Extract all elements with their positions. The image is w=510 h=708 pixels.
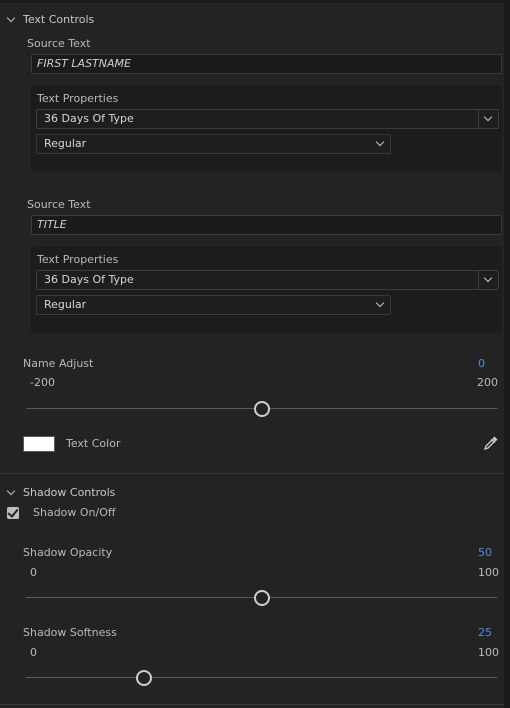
source-text-input[interactable]: FIRST LASTNAME <box>31 54 502 74</box>
font-style-value: Regular <box>44 137 87 150</box>
shadow-opacity-max: 100 <box>478 566 499 579</box>
section-divider <box>0 704 504 705</box>
checkbox-checked-icon <box>7 506 19 518</box>
font-family-dropdown[interactable]: 36 Days Of Type <box>36 270 499 290</box>
name-adjust-slider-thumb[interactable] <box>253 401 270 417</box>
source-text-input[interactable]: TITLE <box>31 215 502 235</box>
text-color-swatch[interactable] <box>23 436 55 452</box>
chevron-down-icon[interactable] <box>6 486 16 496</box>
text-properties-label: Text Properties <box>37 253 119 266</box>
shadow-opacity-min: 0 <box>30 566 37 579</box>
name-adjust-min: -200 <box>30 376 55 389</box>
name-adjust-max: 200 <box>477 376 498 389</box>
eyedropper-icon[interactable] <box>483 435 499 451</box>
section-divider <box>0 473 504 474</box>
name-adjust-value[interactable]: 0 <box>478 357 485 370</box>
text-color-label: Text Color <box>66 437 121 450</box>
name-adjust-label: Name Adjust <box>23 357 94 370</box>
source-text-label: Source Text <box>27 198 91 211</box>
chevron-down-icon[interactable] <box>6 13 16 23</box>
font-family-value: 36 Days Of Type <box>44 112 134 125</box>
font-style-value: Regular <box>44 298 87 311</box>
source-text-value: FIRST LASTNAME <box>37 57 131 70</box>
source-text-value: TITLE <box>37 218 67 231</box>
shadow-toggle-checkbox[interactable] <box>7 506 19 519</box>
font-family-value: 36 Days Of Type <box>44 273 134 286</box>
chevron-down-icon <box>483 273 493 283</box>
shadow-softness-label: Shadow Softness <box>23 626 117 639</box>
font-family-dropdown[interactable]: 36 Days Of Type <box>36 109 499 129</box>
section-header-text-controls[interactable]: Text Controls <box>23 13 94 26</box>
shadow-opacity-value[interactable]: 50 <box>478 546 492 559</box>
font-style-dropdown[interactable]: Regular <box>36 134 391 154</box>
font-style-dropdown[interactable]: Regular <box>36 295 391 315</box>
shadow-softness-max: 100 <box>478 646 499 659</box>
chevron-down-icon <box>483 112 493 122</box>
shadow-opacity-slider-thumb[interactable] <box>253 590 270 606</box>
shadow-softness-min: 0 <box>30 646 37 659</box>
shadow-toggle-label: Shadow On/Off <box>33 506 116 519</box>
chevron-down-icon <box>375 137 385 147</box>
shadow-softness-value[interactable]: 25 <box>478 626 492 639</box>
section-header-shadow-controls[interactable]: Shadow Controls <box>23 486 115 499</box>
source-text-label: Source Text <box>27 37 91 50</box>
shadow-softness-slider-track[interactable] <box>26 677 497 678</box>
text-properties-label: Text Properties <box>37 92 119 105</box>
chevron-down-icon <box>375 298 385 308</box>
shadow-softness-slider-thumb[interactable] <box>135 670 152 686</box>
shadow-opacity-label: Shadow Opacity <box>23 546 113 559</box>
